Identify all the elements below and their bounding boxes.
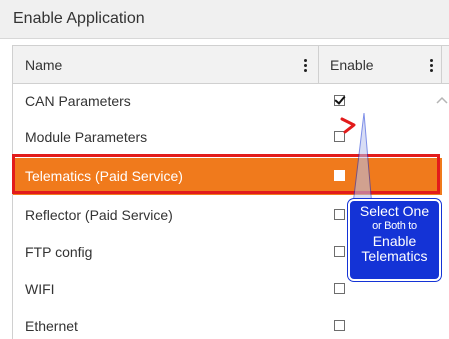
enable-checkbox[interactable]: [334, 170, 345, 181]
row-name: WIFI: [25, 281, 55, 297]
table-row[interactable]: Telematics (Paid Service): [13, 158, 442, 195]
panel-header: Enable Application: [0, 0, 449, 39]
column-label-name: Name: [25, 57, 63, 73]
chevron-up-icon[interactable]: [436, 96, 448, 104]
column-menu-icon[interactable]: [303, 57, 309, 73]
callout-note: Select One or Both to Enable Telematics: [348, 199, 441, 281]
enable-checkbox[interactable]: [334, 283, 345, 294]
callout-line: Telematics: [361, 248, 428, 264]
row-name: Telematics (Paid Service): [25, 168, 183, 184]
row-name: Reflector (Paid Service): [25, 207, 173, 223]
column-header-filler: [442, 46, 449, 84]
enable-checkbox[interactable]: [334, 95, 345, 106]
row-name: Module Parameters: [25, 129, 148, 145]
row-name: CAN Parameters: [25, 93, 131, 109]
callout-line: Enable: [372, 233, 417, 249]
row-name: Ethernet: [25, 318, 78, 334]
enable-checkbox[interactable]: [334, 131, 345, 142]
column-header-enable[interactable]: Enable: [319, 46, 442, 84]
table-row[interactable]: Ethernet: [13, 308, 442, 339]
application-grid: Name Enable CAN Parameters Module Parame…: [12, 45, 449, 339]
enable-checkbox[interactable]: [334, 246, 345, 257]
column-header-name[interactable]: Name: [13, 46, 319, 84]
enable-checkbox[interactable]: [334, 320, 345, 331]
callout-line: or Both to: [372, 220, 417, 232]
column-label-enable: Enable: [330, 57, 374, 73]
column-menu-icon[interactable]: [429, 57, 435, 73]
table-row[interactable]: Module Parameters: [13, 119, 442, 156]
panel-title: Enable Application: [13, 10, 145, 27]
callout-line: Select One: [359, 203, 430, 219]
table-row[interactable]: CAN Parameters: [13, 83, 442, 120]
enable-checkbox[interactable]: [334, 209, 345, 220]
row-name: FTP config: [25, 244, 93, 260]
